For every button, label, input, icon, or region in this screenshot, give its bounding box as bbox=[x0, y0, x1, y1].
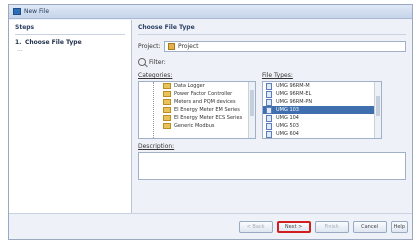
search-icon bbox=[138, 58, 146, 66]
project-value: Project bbox=[178, 43, 199, 50]
finish-button[interactable]: Finish bbox=[314, 220, 349, 233]
description-box bbox=[138, 152, 406, 180]
file-type-label: UMG 503 bbox=[276, 123, 299, 129]
button-bar: < Back Next > Finish Cancel Help bbox=[9, 213, 412, 239]
project-icon bbox=[168, 43, 175, 50]
device-file-icon bbox=[266, 130, 272, 138]
category-item[interactable]: Meters and PQM devices bbox=[139, 98, 255, 106]
file-type-item[interactable]: UMG 104 bbox=[263, 114, 381, 122]
file-type-item[interactable]: UMG 96RM-EL bbox=[263, 90, 381, 98]
next-button[interactable]: Next > bbox=[276, 220, 311, 233]
title-bar: New File bbox=[9, 5, 412, 19]
window-title: New File bbox=[24, 8, 50, 15]
cancel-button[interactable]: Cancel bbox=[352, 220, 387, 233]
panel-heading: Choose File Type bbox=[138, 24, 406, 35]
steps-panel: Steps 1. Choose File Type ... bbox=[9, 20, 132, 213]
category-item[interactable]: Power Factor Controller bbox=[139, 90, 255, 98]
step-number: 1. bbox=[15, 39, 22, 46]
category-label: EI Energy Meter ECS Series bbox=[174, 115, 243, 121]
description-label: Description: bbox=[138, 143, 175, 150]
file-type-label: UMG 103 bbox=[276, 107, 299, 113]
project-label: Project: bbox=[138, 43, 161, 50]
new-file-dialog: New File Steps 1. Choose File Type ... C… bbox=[8, 4, 413, 240]
category-item[interactable]: Data Logger bbox=[139, 82, 255, 90]
file-types-scrollbar[interactable] bbox=[374, 82, 381, 138]
filter-label: Filter: bbox=[149, 58, 166, 66]
file-types-label: File Types: bbox=[262, 72, 293, 79]
categories-label: Categories: bbox=[138, 72, 173, 79]
more-steps: ... bbox=[17, 46, 23, 53]
file-type-panel: Choose File Type Project: Project Filter… bbox=[132, 20, 412, 213]
file-type-item[interactable]: UMG 604 bbox=[263, 130, 381, 138]
category-label: Meters and PQM devices bbox=[174, 99, 236, 105]
device-file-icon bbox=[266, 82, 272, 90]
file-type-item[interactable]: UMG 96RM-PN bbox=[263, 98, 381, 106]
app-icon bbox=[13, 8, 21, 15]
filter-field[interactable]: Filter: bbox=[138, 58, 406, 66]
categories-scrollbar[interactable] bbox=[248, 82, 255, 138]
step-item: 1. Choose File Type bbox=[15, 39, 125, 46]
file-type-label: UMG 104 bbox=[276, 115, 299, 121]
folder-icon bbox=[163, 115, 171, 121]
category-label: Data Logger bbox=[174, 83, 205, 89]
device-file-icon bbox=[266, 114, 272, 122]
folder-icon bbox=[163, 107, 171, 113]
file-type-label: UMG 96RM-EL bbox=[276, 91, 312, 97]
category-item[interactable]: Generic Modbus bbox=[139, 122, 255, 130]
folder-icon bbox=[163, 99, 171, 105]
project-select[interactable]: Project bbox=[164, 41, 406, 52]
category-item[interactable]: EI Energy Meter ECS Series bbox=[139, 114, 255, 122]
device-file-icon bbox=[266, 90, 272, 98]
category-label: Generic Modbus bbox=[174, 123, 215, 129]
file-type-label: UMG 604 bbox=[276, 131, 299, 137]
folder-icon bbox=[163, 91, 171, 97]
category-label: EI Energy Meter EM Series bbox=[174, 107, 240, 113]
file-types-list[interactable]: UMG 96RM-M UMG 96RM-EL UMG 96RM-PN UMG 103 U… bbox=[262, 81, 382, 139]
step-label: Choose File Type bbox=[25, 39, 82, 46]
steps-heading: Steps bbox=[15, 24, 125, 35]
device-file-icon bbox=[266, 106, 272, 114]
file-type-item[interactable]: UMG 503 bbox=[263, 122, 381, 130]
device-file-icon bbox=[266, 122, 272, 130]
category-item[interactable]: EI Energy Meter EM Series bbox=[139, 106, 255, 114]
back-button[interactable]: < Back bbox=[238, 220, 273, 233]
file-type-label: UMG 96RM-PN bbox=[276, 99, 313, 105]
device-file-icon bbox=[266, 98, 272, 106]
folder-icon bbox=[163, 123, 171, 129]
help-button[interactable]: Help bbox=[390, 220, 408, 233]
categories-tree[interactable]: Data Logger Power Factor Controller Meters… bbox=[138, 81, 256, 139]
folder-icon bbox=[163, 83, 171, 89]
file-type-label: UMG 96RM-M bbox=[276, 83, 310, 89]
file-type-item[interactable]: UMG 96RM-M bbox=[263, 82, 381, 90]
category-label: Power Factor Controller bbox=[174, 91, 233, 97]
file-type-item[interactable]: UMG 103 bbox=[263, 106, 381, 114]
